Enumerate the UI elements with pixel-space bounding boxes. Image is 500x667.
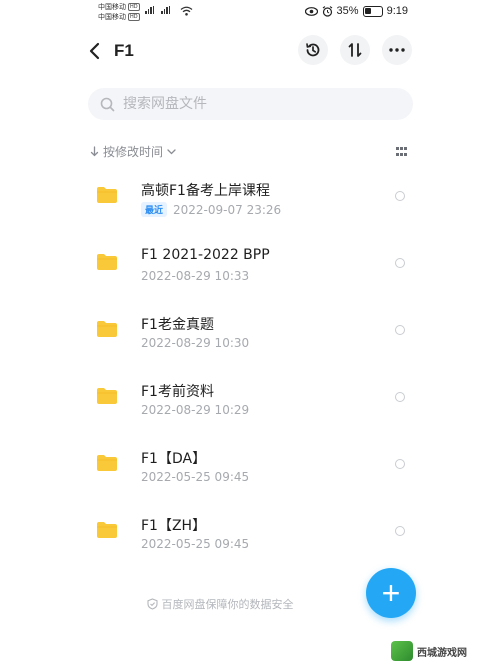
add-button[interactable]: + — [366, 568, 416, 618]
file-date: 2022-08-29 10:30 — [141, 336, 250, 350]
signal-icons — [142, 6, 170, 14]
file-meta: 最近 2022-09-07 23:26 — [141, 202, 281, 217]
file-row[interactable]: F1【DA】 2022-05-25 09:45 — [0, 432, 500, 499]
carrier-2: 中国移动 — [98, 13, 126, 21]
folder-icon — [97, 187, 117, 203]
clock: 9:19 — [386, 5, 408, 17]
sort-label: 按修改时间 — [103, 145, 164, 159]
grid-view-icon[interactable] — [396, 147, 408, 157]
folder-icon — [97, 254, 117, 270]
hd-badge-1: HD — [128, 3, 140, 11]
file-meta: 2022-08-29 10:33 — [141, 269, 249, 283]
file-meta: 2022-05-25 09:45 — [141, 537, 249, 551]
folder-icon — [97, 321, 117, 337]
recent-badge: 最近 — [141, 202, 168, 217]
carrier-info: 中国移动 HD 中国移动 HD — [98, 2, 140, 22]
file-name: F1老金真题 — [141, 317, 214, 333]
sort-button[interactable] — [340, 35, 370, 65]
select-radio[interactable] — [395, 392, 405, 402]
more-button[interactable] — [382, 35, 412, 65]
file-row[interactable]: F1 2021-2022 BPP 2022-08-29 10:33 — [0, 231, 500, 298]
sort-icon — [348, 43, 362, 57]
file-date: 2022-09-07 23:26 — [173, 202, 282, 217]
alarm-icon — [322, 5, 332, 17]
file-row[interactable]: F1考前资料 2022-08-29 10:29 — [0, 365, 500, 432]
select-radio[interactable] — [395, 191, 405, 201]
plus-icon: + — [381, 575, 401, 611]
folder-icon — [97, 522, 117, 538]
shield-icon — [146, 598, 158, 610]
file-date: 2022-08-29 10:29 — [141, 403, 250, 417]
file-name: 高顿F1备考上岸课程 — [141, 183, 270, 199]
watermark-text: 西城游戏网 — [417, 647, 467, 659]
status-right: 35% 9:19 — [304, 5, 408, 17]
file-meta: 2022-08-29 10:30 — [141, 336, 249, 350]
search-icon — [100, 97, 115, 111]
more-icon — [389, 48, 405, 52]
select-radio[interactable] — [395, 459, 405, 469]
select-radio[interactable] — [395, 325, 405, 335]
folder-icon — [97, 388, 117, 404]
search-bar[interactable] — [88, 88, 413, 120]
history-icon — [306, 43, 320, 57]
header: F1 — [0, 34, 500, 68]
signal-icon-2 — [161, 6, 170, 14]
back-arrow-icon[interactable] — [84, 40, 106, 62]
watermark: 西城游戏网 — [385, 635, 500, 667]
file-name: F1 2021-2022 BPP — [141, 247, 270, 263]
sort-arrow-icon — [90, 146, 99, 157]
file-date: 2022-05-25 09:45 — [141, 470, 250, 484]
chevron-down-icon — [167, 148, 176, 154]
status-bar: 中国移动 HD 中国移动 HD 35% 9:19 — [0, 0, 500, 24]
history-button[interactable] — [298, 35, 328, 65]
wifi-icon — [180, 6, 193, 16]
page-title: F1 — [114, 41, 134, 60]
file-name: F1【DA】 — [141, 451, 207, 467]
file-meta: 2022-08-29 10:29 — [141, 403, 249, 417]
file-date: 2022-08-29 10:33 — [141, 269, 250, 283]
select-radio[interactable] — [395, 258, 405, 268]
file-row[interactable]: F1【ZH】 2022-05-25 09:45 — [0, 499, 500, 566]
file-date: 2022-05-25 09:45 — [141, 537, 250, 551]
file-name: F1考前资料 — [141, 384, 214, 400]
footer-text: 百度网盘保障你的数据安全 — [161, 598, 294, 611]
eye-icon — [304, 6, 318, 16]
file-name: F1【ZH】 — [141, 518, 207, 534]
file-row[interactable]: 高顿F1备考上岸课程 最近 2022-09-07 23:26 — [0, 164, 500, 231]
folder-icon — [97, 455, 117, 471]
file-row[interactable]: F1老金真题 2022-08-29 10:30 — [0, 298, 500, 365]
file-list: 高顿F1备考上岸课程 最近 2022-09-07 23:26 F1 2021-2022… — [0, 164, 500, 566]
hd-badge-2: HD — [128, 13, 140, 21]
search-input[interactable] — [123, 96, 383, 112]
footer: 百度网盘保障你的数据安全 — [0, 596, 500, 612]
select-radio[interactable] — [395, 526, 405, 536]
watermark-logo — [391, 641, 413, 661]
sort-bar: 按修改时间 — [90, 143, 408, 163]
battery-percent: 35% — [336, 5, 359, 17]
sort-selector[interactable]: 按修改时间 — [90, 143, 408, 160]
carrier-1: 中国移动 — [98, 3, 126, 11]
battery-icon — [362, 5, 383, 17]
file-meta: 2022-05-25 09:45 — [141, 470, 249, 484]
signal-icon-1 — [145, 6, 154, 14]
